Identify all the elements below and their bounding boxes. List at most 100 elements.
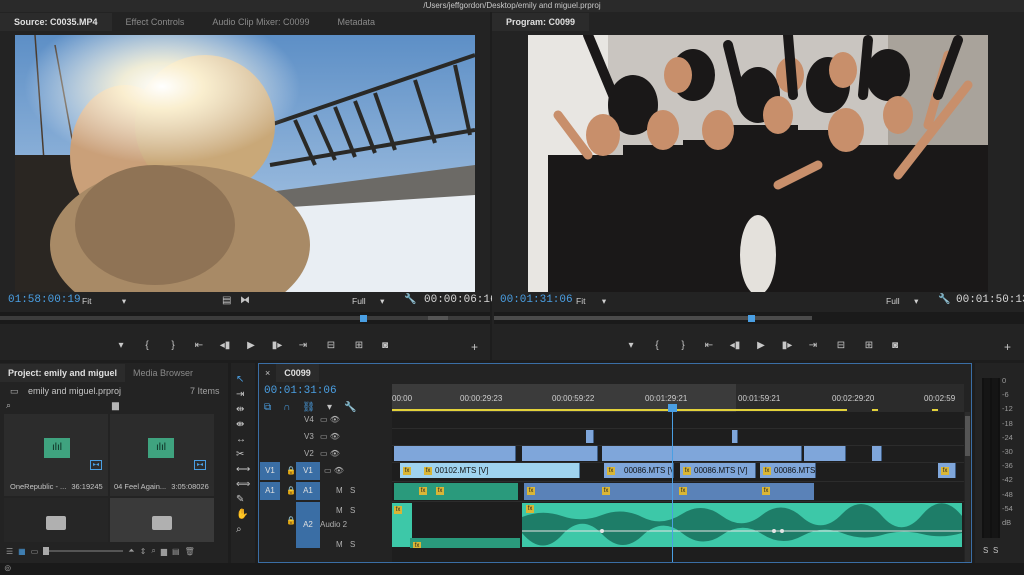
- icon-view-icon[interactable]: ▦: [18, 547, 26, 556]
- program-scrubber[interactable]: [494, 312, 1024, 324]
- step-forward-icon[interactable]: ▮▸: [774, 340, 800, 351]
- step-back-icon[interactable]: ◂▮: [722, 340, 748, 351]
- toggle-output-icon[interactable]: ▭ 👁: [324, 466, 344, 475]
- tab-media-browser[interactable]: Media Browser: [125, 364, 201, 382]
- video-clip[interactable]: [522, 446, 598, 461]
- play-icon[interactable]: ▶: [748, 340, 774, 351]
- zoom-slider[interactable]: [43, 547, 124, 555]
- zoom-tool-icon[interactable]: ⌕: [236, 524, 250, 535]
- sort-icon[interactable]: ⏶: [128, 546, 134, 556]
- ripple-edit-tool-icon[interactable]: ⇹: [236, 404, 250, 415]
- step-back-icon[interactable]: ◂▮: [212, 340, 238, 351]
- tab-program[interactable]: Program: C0099: [492, 13, 590, 31]
- source-timecode[interactable]: 01:58:00:19: [8, 294, 81, 306]
- track-a2[interactable]: A2: [296, 502, 320, 548]
- source-patch-v1[interactable]: V1: [260, 462, 280, 480]
- toggle-output-icon[interactable]: ▭ 👁: [320, 432, 340, 441]
- go-to-out-icon[interactable]: ⇥: [800, 340, 826, 351]
- program-video-frame[interactable]: [528, 35, 988, 292]
- lock-icon[interactable]: 🔒: [286, 516, 296, 525]
- mark-out-icon[interactable]: }: [160, 340, 186, 351]
- lock-icon[interactable]: 🔒: [286, 466, 296, 475]
- tab-source[interactable]: Source: C0035.MP4: [0, 13, 112, 31]
- time-ruler[interactable]: 00:00 00:00:29:23 00:00:59:22 00:01:29:2…: [392, 384, 964, 412]
- track-v4[interactable]: V4: [304, 415, 314, 424]
- solo-left-button[interactable]: S: [983, 546, 988, 555]
- pen-tool-icon[interactable]: ✎: [236, 494, 250, 505]
- scroll-thumb[interactable]: [965, 416, 970, 456]
- list-view-icon[interactable]: ☰: [6, 547, 13, 556]
- new-bin-icon[interactable]: ▆: [112, 400, 119, 411]
- wrench-icon[interactable]: 🔧: [404, 294, 416, 305]
- slide-tool-icon[interactable]: ⟺: [236, 479, 250, 490]
- marker-icon[interactable]: ▾: [618, 340, 644, 351]
- add-button-icon[interactable]: +: [1004, 340, 1011, 354]
- audio-clip[interactable]: fx fx fx fx: [524, 483, 814, 500]
- mute-button[interactable]: M: [336, 540, 343, 549]
- timeline-timecode[interactable]: 00:01:31:06: [264, 385, 337, 397]
- track-select-tool-icon[interactable]: ⇥: [236, 389, 250, 400]
- solo-button[interactable]: S: [350, 506, 355, 515]
- find-icon[interactable]: ⌕: [151, 546, 155, 556]
- wrench-icon[interactable]: 🔧: [938, 294, 950, 305]
- timeline-playhead[interactable]: [672, 412, 673, 562]
- audio-clip-a2-waveform[interactable]: fx: [522, 503, 962, 547]
- tab-effect-controls[interactable]: Effect Controls: [112, 13, 199, 31]
- tab-sequence[interactable]: C0099: [276, 364, 319, 382]
- go-to-in-icon[interactable]: ⇤: [696, 340, 722, 351]
- track-v2[interactable]: V2: [304, 449, 314, 458]
- drag-video-icon[interactable]: ▤: [222, 295, 231, 306]
- audio-clip[interactable]: fx: [410, 538, 520, 548]
- solo-button[interactable]: S: [350, 486, 355, 495]
- source-scrubber[interactable]: [0, 312, 490, 324]
- video-clip[interactable]: [394, 446, 516, 461]
- audio-clip-a2[interactable]: fx: [392, 503, 412, 547]
- freeform-view-icon[interactable]: ▭: [31, 547, 39, 556]
- extract-icon[interactable]: ⊞: [856, 340, 882, 351]
- video-clip[interactable]: [602, 446, 802, 461]
- program-timecode[interactable]: 00:01:31:06: [500, 294, 573, 306]
- tab-metadata[interactable]: Metadata: [323, 13, 389, 31]
- rolling-edit-tool-icon[interactable]: ⇼: [236, 419, 250, 430]
- play-icon[interactable]: ▶: [238, 340, 264, 351]
- selection-tool-icon[interactable]: ↖: [236, 374, 250, 385]
- toggle-output-icon[interactable]: ▭ 👁: [320, 449, 340, 458]
- source-video-frame[interactable]: [15, 35, 475, 292]
- timeline-vscroll[interactable]: [965, 412, 970, 562]
- video-clip[interactable]: [586, 430, 594, 443]
- video-clip-00102[interactable]: fx fx 00102.MTS [V]: [400, 463, 580, 478]
- export-frame-icon[interactable]: ◙: [882, 340, 908, 351]
- drag-audio-icon[interactable]: ⧓: [240, 295, 250, 306]
- project-item-2[interactable]: 04 Feel Again... 3:05:08026: [114, 482, 209, 491]
- video-clip[interactable]: fx: [938, 463, 956, 478]
- slip-tool-icon[interactable]: ⟷: [236, 464, 250, 475]
- solo-button[interactable]: S: [350, 540, 355, 549]
- mute-button[interactable]: M: [336, 506, 343, 515]
- source-playhead[interactable]: [360, 315, 367, 322]
- video-clip[interactable]: [872, 446, 882, 461]
- track-lanes[interactable]: fx fx 00102.MTS [V] fx 00086.MTS [V] fx 0008…: [392, 412, 964, 562]
- video-clip-00086[interactable]: fx 00086.MTS [V]: [680, 463, 756, 478]
- video-clip[interactable]: [732, 430, 738, 443]
- video-clip[interactable]: [804, 446, 846, 461]
- mute-button[interactable]: M: [336, 486, 343, 495]
- project-item-thumb-4[interactable]: [110, 498, 214, 542]
- source-resolution-select[interactable]: Full ▾: [352, 296, 384, 307]
- insert-icon[interactable]: ⊟: [316, 340, 346, 351]
- go-to-in-icon[interactable]: ⇤: [186, 340, 212, 351]
- timeline-playhead-handle[interactable]: [668, 404, 677, 412]
- source-patch-a1[interactable]: A1: [260, 482, 280, 500]
- new-item-icon[interactable]: ▤: [172, 547, 180, 556]
- video-clip-00086[interactable]: fx 00086.MTS: [760, 463, 816, 478]
- program-playhead[interactable]: [748, 315, 755, 322]
- automate-icon[interactable]: ⇕: [140, 547, 147, 556]
- program-resolution-select[interactable]: Full ▾: [886, 296, 918, 307]
- toggle-output-icon[interactable]: ▭ 👁: [320, 415, 340, 424]
- video-clip-00086[interactable]: fx 00086.MTS [V]: [604, 463, 674, 478]
- mark-in-icon[interactable]: {: [134, 340, 160, 351]
- slider-handle[interactable]: [43, 547, 50, 555]
- razor-tool-icon[interactable]: ✂: [236, 449, 250, 460]
- new-bin-icon[interactable]: ▆: [161, 547, 167, 556]
- lock-icon[interactable]: 🔒: [286, 486, 296, 495]
- track-a1[interactable]: A1: [296, 482, 320, 500]
